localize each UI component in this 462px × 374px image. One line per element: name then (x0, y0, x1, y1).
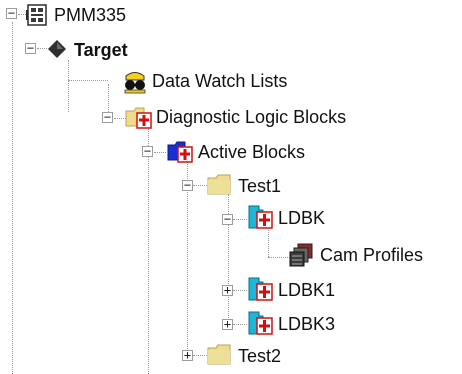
diagnostic-folder-icon (124, 102, 152, 130)
tree-node-target[interactable]: − Target (0, 34, 200, 66)
collapse-toggle-icon[interactable]: − (222, 213, 233, 225)
expand-toggle-icon[interactable]: + (222, 318, 233, 330)
active-folder-icon (166, 136, 194, 164)
collapse-toggle-icon[interactable]: − (142, 145, 153, 157)
cam-profiles-icon (288, 242, 316, 270)
tree-node-label: LDBK (278, 208, 326, 228)
project-tree-view[interactable]: − PMM335 − Target Data Watch Lists − Dia… (0, 0, 462, 374)
tree-node-label: LDBK1 (278, 280, 336, 300)
tree-node-pmm335[interactable]: − PMM335 (0, 0, 200, 32)
folder-icon (206, 340, 234, 368)
tree-node-ldbk[interactable]: − LDBK (0, 202, 325, 234)
tree-node-label: PMM335 (54, 5, 127, 25)
tree-node-label: Cam Profiles (320, 245, 424, 265)
tree-node-test2[interactable]: + Test2 (0, 338, 300, 370)
tree-node-label: Test2 (238, 346, 282, 366)
logic-block-icon (246, 202, 274, 230)
target-diamond-icon (44, 36, 72, 64)
tree-node-label: Diagnostic Logic Blocks (156, 107, 347, 127)
expand-toggle-icon[interactable]: + (182, 349, 193, 361)
tree-node-test1[interactable]: − Test1 (0, 168, 300, 200)
collapse-toggle-icon[interactable]: − (102, 111, 113, 123)
tree-node-label: Target (74, 40, 128, 60)
collapse-toggle-icon[interactable]: − (182, 179, 193, 191)
tree-node-cam-profiles[interactable]: Cam Profiles (0, 238, 462, 270)
collapse-toggle-icon[interactable]: − (6, 7, 17, 19)
tree-node-label: Active Blocks (198, 142, 306, 162)
tree-node-ldbk3[interactable]: + LDBK3 (0, 306, 335, 338)
expand-toggle-icon[interactable]: + (222, 284, 233, 296)
tree-node-ldbk1[interactable]: + LDBK1 (0, 272, 335, 304)
collapse-toggle-icon[interactable]: − (25, 42, 36, 54)
logic-block-icon (246, 274, 274, 302)
tree-node-label: Data Watch Lists (152, 71, 288, 91)
tree-node-label: Test1 (238, 176, 282, 196)
folder-icon (206, 170, 234, 198)
tree-node-data-watch-lists[interactable]: Data Watch Lists (0, 66, 287, 98)
tree-node-active-blocks[interactable]: − Active Blocks (0, 136, 305, 168)
watch-glasses-icon (120, 66, 148, 94)
tree-node-diagnostic-logic-blocks[interactable]: − Diagnostic Logic Blocks (0, 102, 346, 134)
controller-icon (24, 2, 52, 30)
logic-block-icon (246, 308, 274, 336)
tree-node-label: LDBK3 (278, 314, 336, 334)
